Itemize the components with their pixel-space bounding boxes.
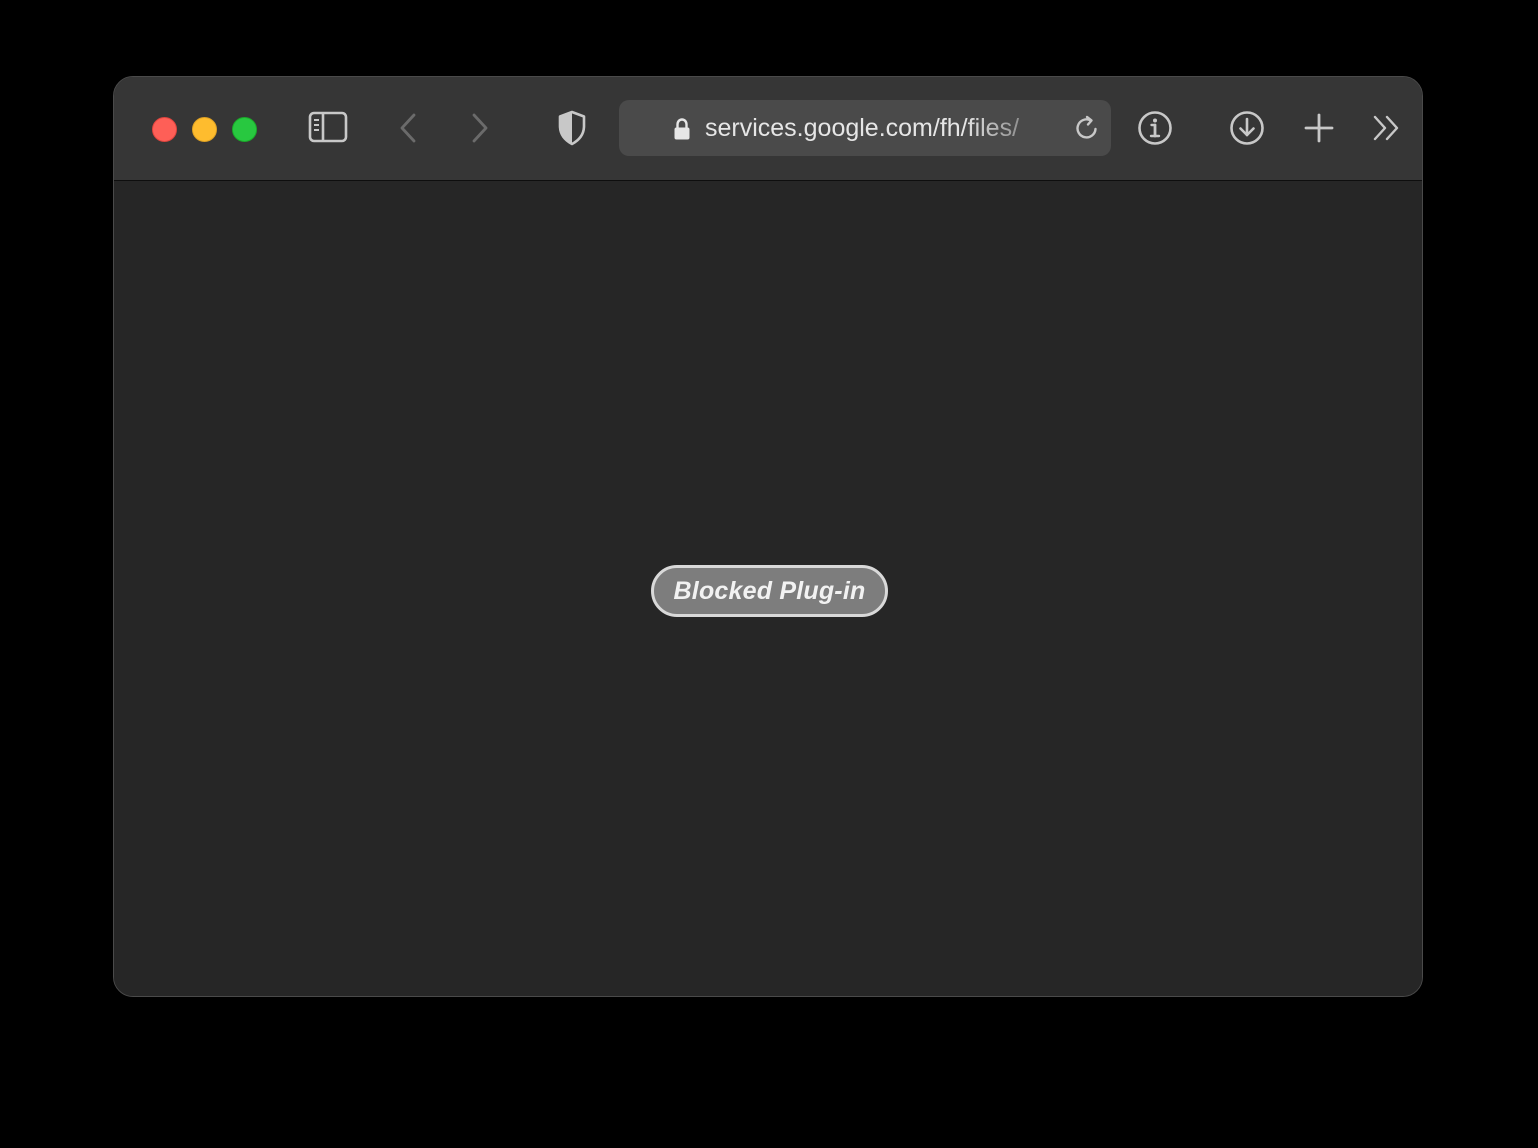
chevron-right-icon[interactable] [466, 111, 494, 145]
shield-icon[interactable] [556, 109, 588, 147]
address-bar[interactable]: services.google.com/fh/files/ [619, 100, 1111, 156]
download-icon[interactable] [1228, 109, 1266, 147]
lock-icon [674, 118, 690, 140]
info-icon[interactable] [1136, 109, 1174, 147]
url-text[interactable]: services.google.com/fh/files/ [705, 100, 1065, 156]
sidebar-icon[interactable] [307, 110, 349, 144]
close-window-button[interactable] [152, 117, 177, 142]
minimize-window-button[interactable] [192, 117, 217, 142]
blocked-plugin-button[interactable]: Blocked Plug-in [651, 565, 888, 617]
browser-window: services.google.com/fh/files/ Blocked Pl… [113, 76, 1423, 997]
zoom-window-button[interactable] [232, 117, 257, 142]
toolbar: services.google.com/fh/files/ [114, 77, 1422, 181]
page-content: Blocked Plug-in [114, 181, 1422, 996]
chevron-left-icon[interactable] [394, 111, 422, 145]
plus-icon[interactable] [1302, 111, 1336, 145]
reload-icon[interactable] [1073, 114, 1101, 142]
double-chevron-right-icon[interactable] [1370, 113, 1404, 143]
